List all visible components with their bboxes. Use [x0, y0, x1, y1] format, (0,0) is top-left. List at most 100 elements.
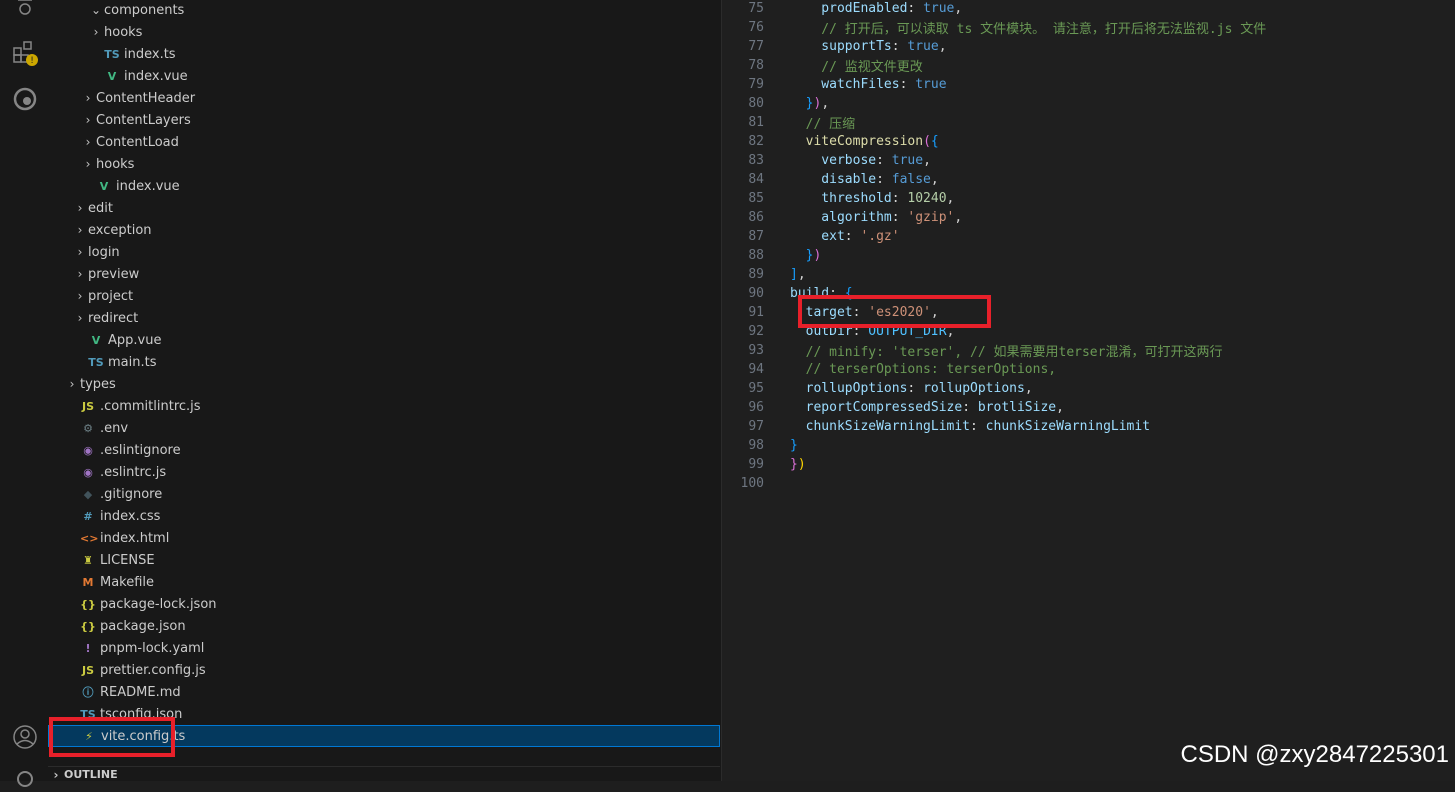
code-line: 82 viteCompression({ [722, 132, 939, 151]
tree-item[interactable]: Vindex.vue [48, 175, 720, 197]
code-text: watchFiles: true [790, 77, 947, 92]
tree-item[interactable]: › types [48, 373, 720, 395]
code-line: 81 // 压缩 [722, 113, 855, 132]
code-token: , [1056, 400, 1064, 415]
code-token: : [891, 191, 908, 206]
tree-item[interactable]: › ContentLoad [48, 131, 720, 153]
tree-item-label: project [88, 288, 134, 304]
tree-item[interactable]: TS main.ts [48, 351, 720, 373]
chevron-right-icon: › [77, 223, 83, 237]
account-icon[interactable] [12, 724, 38, 750]
tree-item[interactable]: ◉ .eslintignore [48, 439, 720, 461]
code-token: rollupOptions [923, 381, 1025, 396]
line-number: 93 [748, 343, 764, 358]
tree-item[interactable]: › edit [48, 197, 720, 219]
code-token: true [907, 39, 939, 54]
tree-item[interactable]: ! pnpm-lock.yaml [48, 637, 720, 659]
tree-item[interactable]: # index.css [48, 505, 720, 527]
code-token: false [891, 172, 931, 187]
tree-item[interactable]: › project [48, 285, 720, 307]
tree-item[interactable]: V App.vue [48, 329, 720, 351]
code-editor[interactable]: 75 prodEnabled: true, 76 // 打开后，可以读取 ts 文… [722, 0, 1455, 781]
tree-item[interactable]: ⌄ components [48, 0, 720, 21]
outline-section-header[interactable]: › OUTLINE [48, 766, 720, 782]
code-token: ) [797, 457, 806, 472]
line-number: 83 [748, 153, 764, 168]
code-text: viteCompression({ [790, 134, 939, 149]
code-text: } [790, 438, 798, 453]
explorer-sidebar: ⌄ components › hooks TS index.ts Vindex.vue › Co… [48, 0, 722, 782]
line-number: 89 [748, 267, 764, 282]
tree-item[interactable]: JS prettier.config.js [48, 659, 720, 681]
settings-icon[interactable] [12, 766, 38, 792]
code-token: 10240 [907, 191, 947, 206]
tree-item-label: Makefile [100, 574, 155, 590]
tree-item[interactable]: › ContentHeader [48, 87, 720, 109]
code-token: ext [790, 229, 845, 244]
code-token: : [907, 381, 924, 396]
code-token: true [915, 77, 947, 92]
vue-icon: V [91, 333, 101, 347]
tree-item[interactable]: Vindex.vue [48, 65, 720, 87]
code-text: supportTs: true, [790, 39, 946, 54]
code-token: : [891, 39, 908, 54]
activity-bar: ! [0, 0, 48, 787]
tree-item-label: login [88, 244, 120, 260]
tree-item[interactable]: ◉ .eslintrc.js [48, 461, 720, 483]
tree-item[interactable]: › preview [48, 263, 720, 285]
code-line: 77 supportTs: true, [722, 37, 946, 56]
line-number: 79 [748, 77, 764, 92]
code-token: watchFiles [790, 77, 900, 92]
code-text: rollupOptions: rollupOptions, [790, 381, 1033, 396]
tree-item-label: ContentLayers [96, 112, 191, 128]
tree-item[interactable]: ⓘ README.md [48, 681, 720, 703]
tree-item[interactable]: ♜ LICENSE [48, 549, 720, 571]
code-token: true [923, 1, 955, 16]
tree-item[interactable]: JS .commitlintrc.js [48, 395, 720, 417]
code-text: // terserOptions: terserOptions, [790, 362, 1056, 377]
code-line: 87 ext: '.gz' [722, 227, 899, 246]
tree-item[interactable]: › ContentLayers [48, 109, 720, 131]
tree-item[interactable]: M Makefile [48, 571, 720, 593]
tree-item[interactable]: TS index.ts [48, 43, 720, 65]
line-number: 88 [748, 248, 764, 263]
code-text: prodEnabled: true, [790, 1, 962, 16]
tree-item[interactable]: {} package.json [48, 615, 720, 637]
line-number: 100 [740, 476, 764, 491]
tree-item[interactable]: ⚙ .env [48, 417, 720, 439]
edge-browser-icon[interactable] [12, 86, 38, 112]
tree-item-label: index.css [100, 508, 161, 524]
code-text: }) [790, 248, 822, 263]
tree-item[interactable]: › hooks [48, 21, 720, 43]
chevron-right-icon: › [53, 767, 59, 782]
tree-item-label: index.vue [124, 68, 188, 84]
tree-item-label: App.vue [108, 332, 162, 348]
line-number: 94 [748, 362, 764, 377]
code-text: }) [790, 457, 806, 472]
code-token: threshold [790, 191, 892, 206]
tree-item[interactable]: › redirect [48, 307, 720, 329]
code-token: viteCompression [790, 134, 924, 149]
debug-icon[interactable] [12, 0, 38, 20]
css-icon: # [83, 509, 93, 523]
code-token: , [1024, 381, 1033, 396]
line-number: 90 [748, 286, 764, 301]
code-text: }), [790, 96, 829, 111]
vue-icon: V [107, 69, 117, 83]
code-token: } [790, 438, 798, 453]
tree-item[interactable]: › exception [48, 219, 720, 241]
tree-item[interactable]: › login [48, 241, 720, 263]
line-number: 95 [748, 381, 764, 396]
code-token: // 监视文件更改 [790, 60, 923, 75]
line-number: 81 [748, 115, 764, 130]
tree-item[interactable]: ◆ .gitignore [48, 483, 720, 505]
tree-item[interactable]: {} package-lock.json [48, 593, 720, 615]
tree-item-label: package-lock.json [100, 596, 217, 612]
line-number: 76 [748, 20, 764, 35]
code-token: : [899, 77, 916, 92]
line-number: 75 [748, 1, 764, 16]
tree-item[interactable]: › hooks [48, 153, 720, 175]
extensions-icon[interactable]: ! [12, 40, 38, 66]
code-token: , [954, 210, 963, 225]
tree-item[interactable]: <> index.html [48, 527, 720, 549]
